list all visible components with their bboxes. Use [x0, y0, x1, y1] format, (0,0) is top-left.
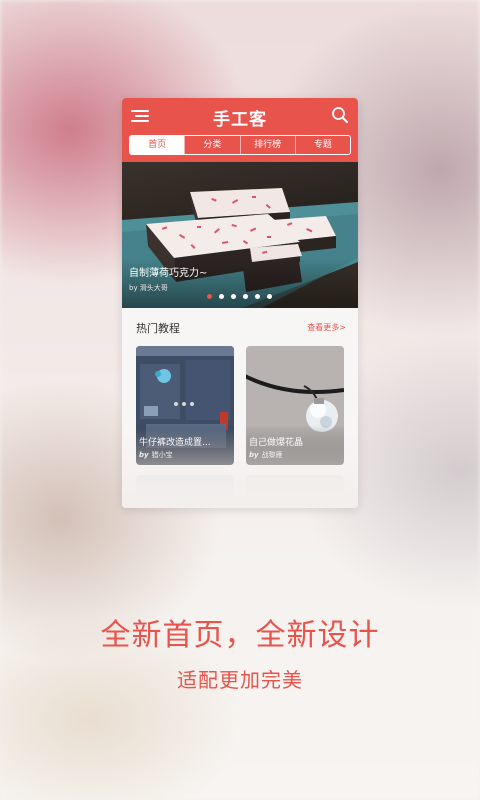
carousel-dot[interactable]: [255, 294, 260, 299]
banner-carousel[interactable]: 自制薄荷巧克力~ by 滑头大哥: [122, 162, 358, 308]
carousel-dot[interactable]: [231, 294, 236, 299]
tutorial-card[interactable]: 牛仔裤改造成置... by 猎小宝: [136, 346, 234, 465]
card-author-by: by: [139, 451, 149, 459]
banner-author: by 滑头大哥: [129, 284, 168, 292]
carousel-dot[interactable]: [207, 294, 212, 299]
carousel-indicator: [207, 294, 272, 299]
card-author: by 猎小宝: [139, 450, 173, 460]
card-author-name: 战黎雁: [261, 451, 283, 459]
banner-title: 自制薄荷巧克力~: [129, 268, 208, 279]
card-author: by 战黎雁: [249, 450, 283, 460]
card-author-name: 猎小宝: [151, 451, 173, 459]
card-title: 牛仔裤改造成置...: [139, 438, 211, 448]
tab-ranking[interactable]: 排行榜: [239, 136, 295, 154]
carousel-dot[interactable]: [267, 294, 272, 299]
phone-screen-preview: 手工客 首页 分类 排行榜 专题 自制薄荷巧克力~ by 滑头大哥 热门教程 查…: [122, 98, 358, 508]
promo-subline: 适配更加完美: [177, 668, 303, 692]
app-header: 手工客 首页 分类 排行榜 专题: [122, 98, 358, 162]
section-title: 热门教程: [136, 322, 180, 335]
carousel-dot[interactable]: [219, 294, 224, 299]
card-author-by: by: [249, 451, 259, 459]
tab-topics[interactable]: 专题: [294, 136, 350, 154]
tab-categories[interactable]: 分类: [184, 136, 239, 154]
tutorial-card[interactable]: 自己做爆花晶 by 战黎雁: [246, 346, 344, 465]
tutorial-card-faded: [136, 475, 234, 508]
see-more-link[interactable]: 查看更多>: [307, 322, 346, 333]
card-title: 自己做爆花晶: [249, 438, 304, 448]
tab-home[interactable]: 首页: [130, 136, 185, 154]
app-title: 手工客: [213, 110, 267, 130]
promo-headline: 全新首页，全新设计: [100, 618, 380, 653]
tutorial-card-faded: [246, 475, 344, 508]
search-icon[interactable]: [331, 106, 349, 124]
tab-bar: 首页 分类 排行榜 专题: [129, 135, 351, 155]
carousel-dot[interactable]: [243, 294, 248, 299]
